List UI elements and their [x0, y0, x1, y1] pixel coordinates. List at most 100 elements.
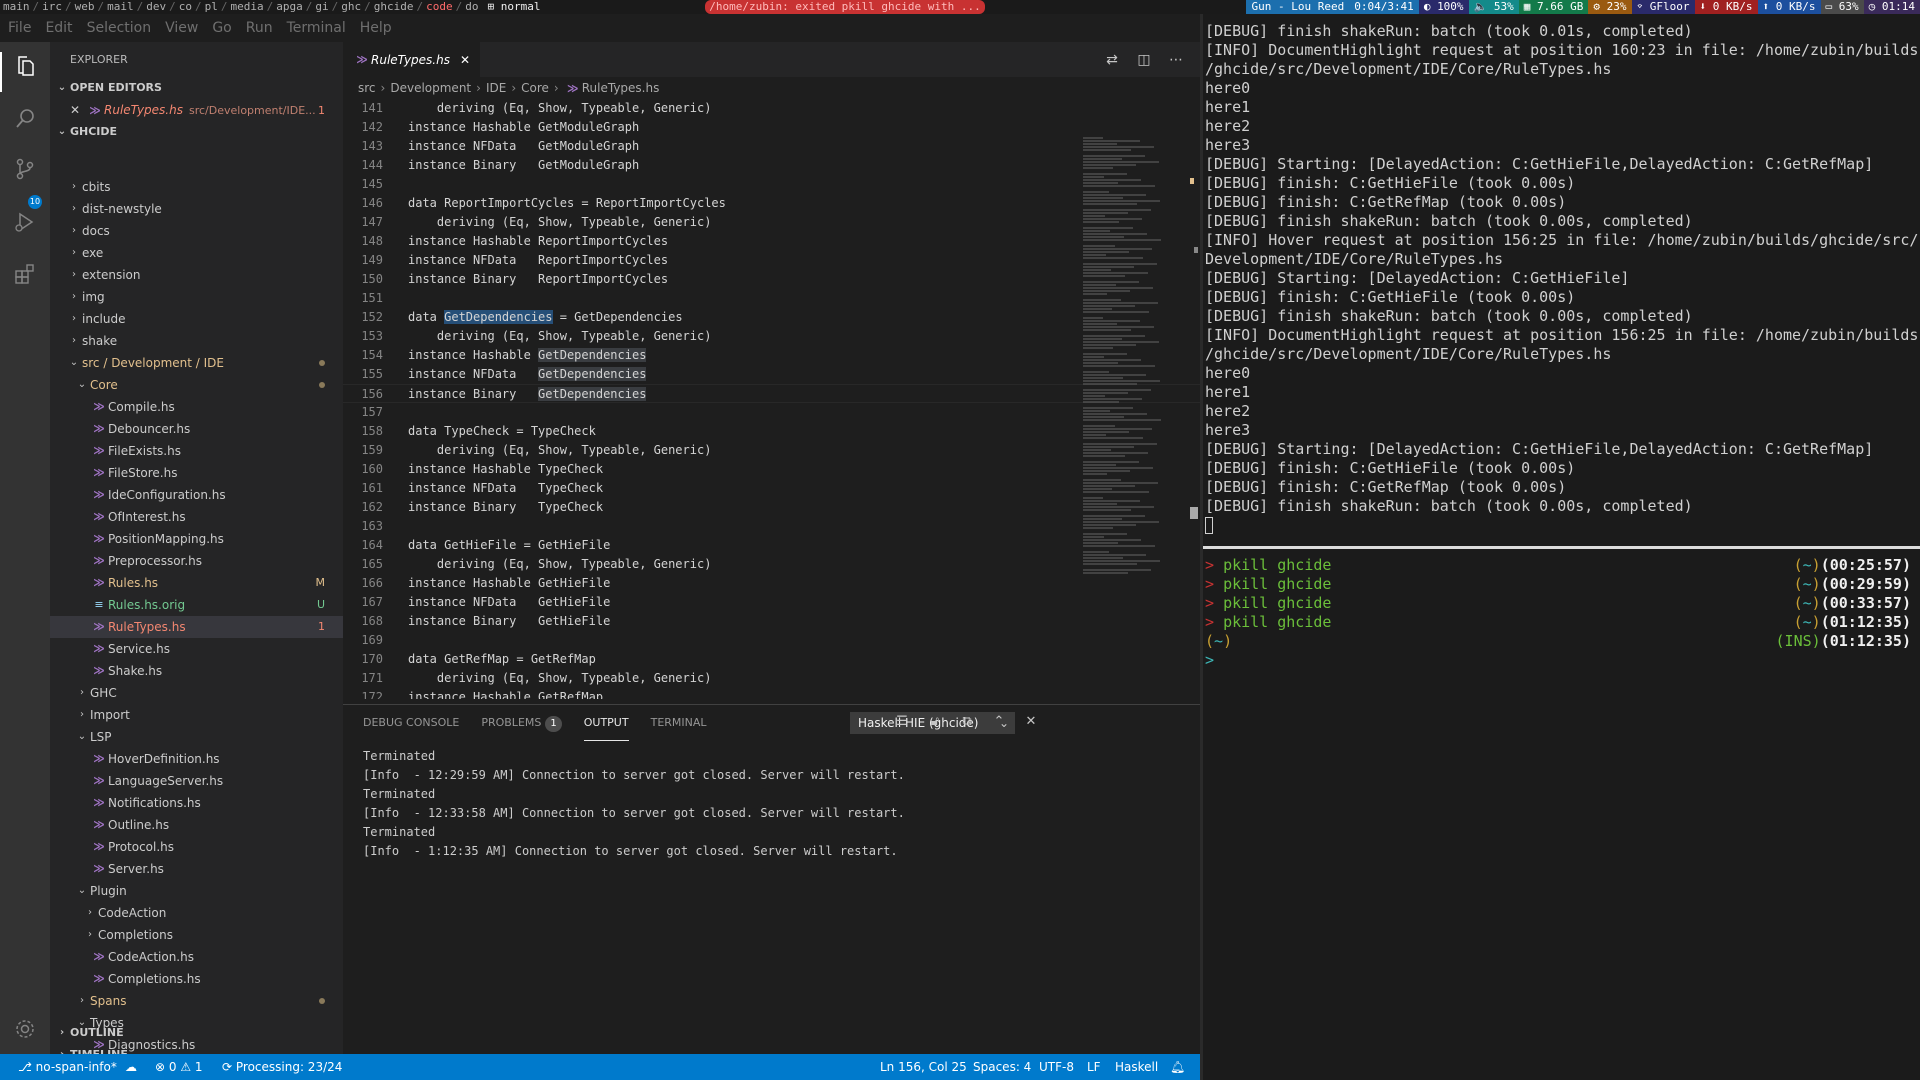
tree-item[interactable]: › dist-newstyle: [50, 198, 343, 220]
tab-terminal[interactable]: TERMINAL: [651, 705, 707, 741]
close-panel-icon[interactable]: ✕: [1022, 714, 1040, 729]
tree-item[interactable]: ≫ HoverDefinition.hs: [50, 748, 343, 770]
tab-debug-console[interactable]: DEBUG CONSOLE: [363, 705, 459, 741]
tree-item[interactable]: ≫ Outline.hs: [50, 814, 343, 836]
tree-item[interactable]: ⌄ Plugin: [50, 880, 343, 902]
workspace-ghcide[interactable]: ghcide: [371, 0, 417, 14]
language-mode[interactable]: Haskell: [1115, 1054, 1158, 1080]
branch-indicator[interactable]: ⎇ no-span-info*: [18, 1054, 117, 1080]
workspace-co[interactable]: co: [176, 0, 195, 14]
outline-section[interactable]: › OUTLINE: [50, 1022, 343, 1044]
workspace-web[interactable]: web: [72, 0, 98, 14]
timeline-section[interactable]: › TIMELINE: [50, 1044, 343, 1054]
tree-item[interactable]: ⌄ LSP: [50, 726, 343, 748]
processing-indicator[interactable]: ⟳ Processing: 23/24: [222, 1054, 342, 1080]
search-icon[interactable]: [12, 107, 38, 133]
tab-problems[interactable]: PROBLEMS 1: [481, 705, 562, 741]
menu-file[interactable]: File: [8, 20, 31, 36]
tree-item[interactable]: ≫ Service.hs: [50, 638, 343, 660]
workspace-media[interactable]: media: [228, 0, 267, 14]
compare-changes-icon[interactable]: ⇄: [1096, 52, 1128, 68]
tree-item[interactable]: ≫ Preprocessor.hs: [50, 550, 343, 572]
tree-item[interactable]: ≫ Compile.hs: [50, 396, 343, 418]
tree-item[interactable]: ≡ Rules.hs.orig U: [50, 594, 343, 616]
workspace-code[interactable]: code: [423, 0, 456, 14]
editor-scrollbar[interactable]: [1188, 137, 1200, 737]
run-debug-icon[interactable]: [12, 210, 38, 236]
tree-item[interactable]: ≫ RuleTypes.hs 1: [50, 616, 343, 638]
tree-item[interactable]: ≫ FileExists.hs: [50, 440, 343, 462]
open-log-icon[interactable]: ⧉: [958, 714, 976, 729]
tree-item[interactable]: ≫ OfInterest.hs: [50, 506, 343, 528]
tree-item[interactable]: › Spans: [50, 990, 343, 1012]
workspace-ghc[interactable]: ghc: [338, 0, 364, 14]
open-editor-item[interactable]: ✕ ≫ RuleTypes.hs src/Development/IDE... …: [50, 99, 343, 121]
code-editor[interactable]: 141 deriving (Eq, Show, Typeable, Generi…: [343, 99, 1200, 699]
workspace-apga[interactable]: apga: [273, 0, 306, 14]
sync-icon[interactable]: ☁︎: [125, 1054, 137, 1080]
workspace-main[interactable]: main: [0, 0, 33, 14]
notifications-icon[interactable]: 🔔︎: [1170, 1054, 1185, 1080]
breadcrumb-item[interactable]: src: [358, 81, 376, 95]
breadcrumb-item[interactable]: IDE: [486, 81, 506, 95]
tree-item[interactable]: ≫ PositionMapping.hs: [50, 528, 343, 550]
menu-run[interactable]: Run: [246, 20, 273, 36]
clear-output-icon[interactable]: ☰: [893, 714, 911, 729]
minimap[interactable]: [1083, 137, 1183, 577]
ghcide-log-pane[interactable]: [DEBUG] finish shakeRun: batch (took 0.0…: [1203, 14, 1920, 544]
tree-item[interactable]: ≫ LanguageServer.hs: [50, 770, 343, 792]
settings-gear-icon[interactable]: [12, 1017, 38, 1043]
breadcrumb-item[interactable]: RuleTypes.hs: [582, 81, 660, 95]
tree-item[interactable]: ≫ IdeConfiguration.hs: [50, 484, 343, 506]
tree-item[interactable]: ≫ Shake.hs: [50, 660, 343, 682]
tree-item[interactable]: ≫ Notifications.hs: [50, 792, 343, 814]
end-of-line[interactable]: LF: [1087, 1054, 1101, 1080]
project-section[interactable]: ⌄ GHCIDE: [50, 121, 343, 143]
encoding[interactable]: UTF-8: [1039, 1054, 1074, 1080]
menu-edit[interactable]: Edit: [45, 20, 72, 36]
tree-item[interactable]: › docs: [50, 220, 343, 242]
workspace-do[interactable]: do: [462, 0, 481, 14]
tree-item[interactable]: › cbits: [50, 176, 343, 198]
terminal-window[interactable]: [DEBUG] finish shakeRun: batch (took 0.0…: [1200, 14, 1920, 1080]
maximize-panel-icon[interactable]: ⌃: [990, 714, 1008, 729]
tree-item[interactable]: › Import: [50, 704, 343, 726]
menu-selection[interactable]: Selection: [87, 20, 152, 36]
indentation[interactable]: Spaces: 4: [973, 1054, 1031, 1080]
breadcrumb-item[interactable]: Development: [390, 81, 471, 95]
menu-view[interactable]: View: [165, 20, 198, 36]
tab-close-icon[interactable]: ✕: [460, 53, 470, 67]
source-control-icon[interactable]: [12, 157, 38, 183]
workspace-pl[interactable]: pl: [202, 0, 221, 14]
workspace-mail[interactable]: mail: [104, 0, 137, 14]
split-editor-icon[interactable]: ◫: [1128, 52, 1160, 68]
menu-help[interactable]: Help: [360, 20, 392, 36]
tree-item[interactable]: ≫ Server.hs: [50, 858, 343, 880]
tree-item[interactable]: › include: [50, 308, 343, 330]
cursor-position[interactable]: Ln 156, Col 25: [880, 1054, 967, 1080]
tree-item[interactable]: ≫ Debouncer.hs: [50, 418, 343, 440]
breadcrumb-item[interactable]: Core: [521, 81, 549, 95]
explorer-icon[interactable]: [12, 54, 38, 80]
tree-item[interactable]: › shake: [50, 330, 343, 352]
menu-go[interactable]: Go: [212, 20, 231, 36]
more-actions-icon[interactable]: ⋯: [1160, 52, 1192, 68]
tree-item[interactable]: › CodeAction: [50, 902, 343, 924]
tree-item[interactable]: ⌄ src / Development / IDE: [50, 352, 343, 374]
tree-item[interactable]: ≫ FileStore.hs: [50, 462, 343, 484]
tree-item[interactable]: ⌄ Core: [50, 374, 343, 396]
tab-output[interactable]: OUTPUT: [583, 705, 629, 741]
editor-tab[interactable]: ≫ RuleTypes.hs ✕: [343, 42, 481, 77]
close-icon[interactable]: ✕: [70, 103, 86, 117]
menu-terminal[interactable]: Terminal: [287, 20, 346, 36]
tree-item[interactable]: › Completions: [50, 924, 343, 946]
workspace-irc[interactable]: irc: [39, 0, 65, 14]
tree-item[interactable]: ≫ Rules.hs M: [50, 572, 343, 594]
extensions-icon[interactable]: [12, 262, 38, 288]
problems-indicator[interactable]: ⊗ 0 ⚠ 1: [155, 1054, 203, 1080]
workspace-dev[interactable]: dev: [143, 0, 169, 14]
tree-item[interactable]: › img: [50, 286, 343, 308]
tree-item[interactable]: › GHC: [50, 682, 343, 704]
tree-item[interactable]: ≫ Completions.hs: [50, 968, 343, 990]
tree-item[interactable]: ≫ Protocol.hs: [50, 836, 343, 858]
